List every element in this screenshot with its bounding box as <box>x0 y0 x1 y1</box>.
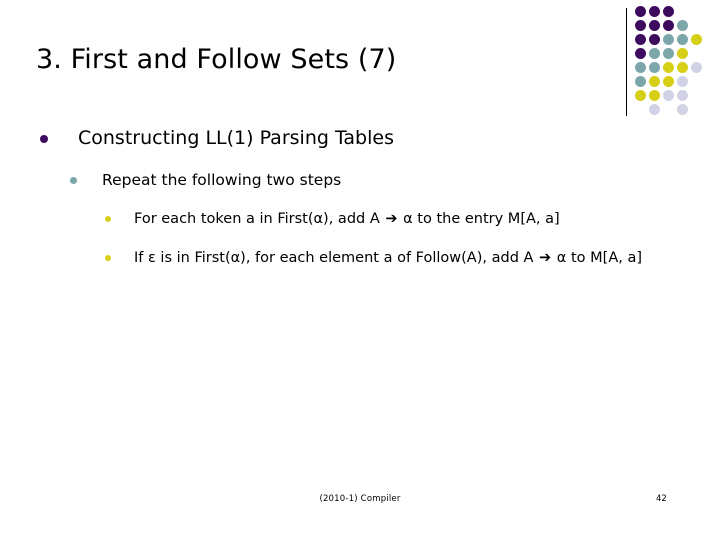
dot-empty <box>691 6 702 17</box>
dot-teal <box>676 19 688 31</box>
dot-purple <box>662 5 674 17</box>
dot-empty <box>691 104 702 115</box>
dot-lavender <box>676 89 688 101</box>
bullet-level3-item2-text-after-arrow: α to M[A, a] <box>552 249 642 266</box>
dot-empty <box>691 20 702 31</box>
dot-purple <box>634 5 646 17</box>
dot-empty <box>677 6 688 17</box>
dot-teal <box>662 47 674 59</box>
bullet-level3-item2-label: If ε is in First(α), for each element a … <box>134 248 642 269</box>
bullet-level3-item2: If ε is in First(α), for each element a … <box>105 248 720 269</box>
dot-teal <box>648 61 660 73</box>
dot-yellow <box>676 61 688 73</box>
bullet-level1-label: Constructing LL(1) Parsing Tables <box>78 127 394 149</box>
dot-matrix-grid <box>633 4 703 116</box>
dot-purple <box>662 19 674 31</box>
dot-teal <box>662 33 674 45</box>
bullet-level3-item1-label: For each token a in First(α), add A ➔ α … <box>134 209 560 230</box>
dot-purple <box>648 5 660 17</box>
dot-lavender <box>676 103 688 115</box>
bullet-level3-item1: For each token a in First(α), add A ➔ α … <box>105 209 720 230</box>
dot-lavender <box>676 75 688 87</box>
bullet-level3-item1-text-before-arrow: For each token a in First(α), add A <box>134 210 385 227</box>
dot-yellow <box>634 89 646 101</box>
dot-purple <box>648 33 660 45</box>
dot-lavender <box>648 103 660 115</box>
bullet-level2: Repeat the following two steps <box>70 170 720 191</box>
right-arrow-icon: ➔ <box>539 249 552 266</box>
dot-matrix-decoration <box>626 4 718 120</box>
bullet-marker-level2-icon <box>70 176 77 184</box>
dot-purple <box>648 19 660 31</box>
dot-purple <box>634 33 646 45</box>
dot-teal <box>648 47 660 59</box>
bullet-level2-label: Repeat the following two steps <box>102 170 342 189</box>
footer-course-label: (2010-1) Compiler <box>319 494 401 504</box>
bullet-marker-level3-icon <box>105 254 111 261</box>
dot-lavender <box>662 89 674 101</box>
page-title: 3. First and Follow Sets (7) <box>36 44 397 75</box>
slide-body: Constructing LL(1) Parsing Tables Repeat… <box>0 120 720 269</box>
bullet-level1: Constructing LL(1) Parsing Tables <box>40 120 720 152</box>
bullet-level3-item1-text-after-arrow: α to the entry M[A, a] <box>398 210 560 227</box>
dot-teal <box>676 33 688 45</box>
dot-empty <box>691 76 702 87</box>
footer-page-number: 42 <box>656 494 667 504</box>
bullet-marker-level3-icon <box>105 215 111 222</box>
vertical-rule-divider <box>626 8 627 116</box>
dot-teal <box>634 61 646 73</box>
dot-teal <box>634 75 646 87</box>
dot-yellow <box>662 75 674 87</box>
dot-purple <box>634 47 646 59</box>
dot-empty <box>691 48 702 59</box>
dot-empty <box>691 90 702 101</box>
right-arrow-icon: ➔ <box>385 210 398 227</box>
dot-yellow <box>662 61 674 73</box>
bullet-marker-level1-icon <box>40 135 48 143</box>
dot-yellow <box>690 33 702 45</box>
bullet-level3-item2-text-before-arrow: If ε is in First(α), for each element a … <box>134 249 539 266</box>
dot-yellow <box>648 89 660 101</box>
dot-purple <box>634 19 646 31</box>
dot-empty <box>663 104 674 115</box>
dot-lavender <box>690 61 702 73</box>
dot-yellow <box>648 75 660 87</box>
dot-yellow <box>676 47 688 59</box>
dot-empty <box>635 104 646 115</box>
slide-canvas: 3. First and Follow Sets (7) Constructin… <box>0 0 720 540</box>
